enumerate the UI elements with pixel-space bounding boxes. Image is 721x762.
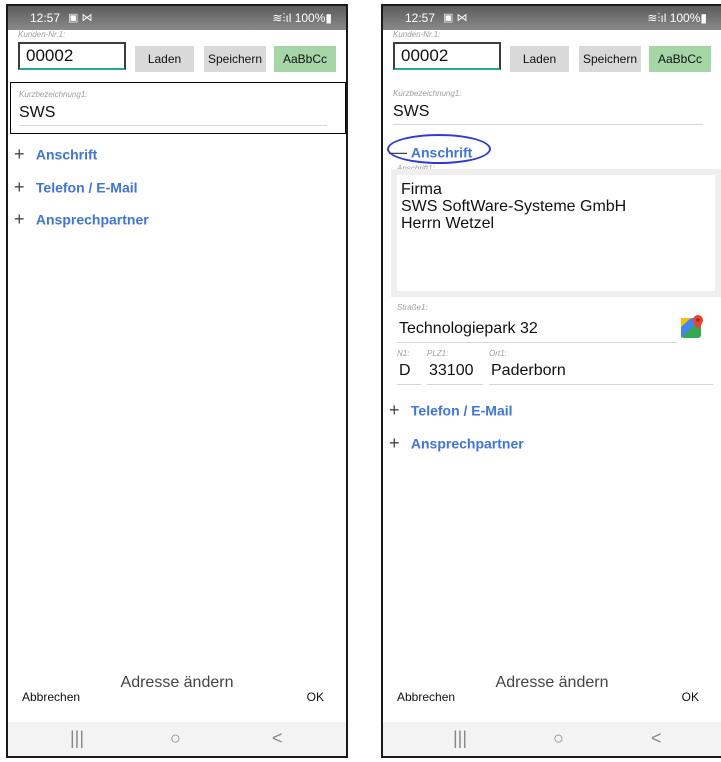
status-bar: 12:57 ▣ ⋈ ≋⫶ıl 100%▮: [383, 6, 721, 30]
kurzbezeichnung-field[interactable]: Kurzbezeichnung1: SWS: [10, 82, 346, 134]
expand-icon: +: [389, 400, 400, 421]
section-telefon-email-title: Telefon / E-Mail: [410, 402, 513, 419]
input-underline: [427, 384, 483, 385]
plz-input[interactable]: 33100: [429, 362, 474, 380]
section-anschrift[interactable]: + Anschrift: [14, 145, 97, 165]
kurzbezeichnung-label: Kurzbezeichnung1:: [19, 90, 88, 99]
address-line: Firma: [401, 181, 442, 198]
status-time: 12:57: [30, 11, 61, 25]
anschrift-label: Anschrift1:: [397, 164, 435, 173]
home-icon[interactable]: ○: [553, 728, 564, 749]
input-underline: [489, 384, 713, 385]
ok-button[interactable]: OK: [682, 690, 699, 704]
kunden-nr-input[interactable]: [393, 42, 501, 70]
ort-input[interactable]: Paderborn: [491, 362, 566, 380]
speichern-button[interactable]: Speichern: [204, 46, 266, 72]
laden-button[interactable]: Laden: [510, 46, 569, 72]
section-anschrift-title: Anschrift: [410, 144, 473, 161]
ok-button[interactable]: OK: [307, 690, 324, 704]
status-time: 12:57: [405, 11, 436, 25]
address-line: SWS SoftWare-Systeme GmbH: [401, 198, 627, 215]
input-underline: [393, 124, 703, 125]
speichern-button[interactable]: Speichern: [579, 46, 641, 72]
section-ansprechpartner-title: Ansprechpartner: [35, 211, 149, 228]
dialog-title: Adresse ändern: [495, 674, 609, 691]
bottom-action-bar: Abbrechen Adresse ändern OK: [8, 674, 346, 722]
input-underline: [19, 125, 327, 126]
plz-label: PLZ1:: [427, 349, 449, 358]
signal-battery-icon: ≋⫶ıl 100%▮: [272, 11, 332, 25]
kurzbezeichnung-value[interactable]: SWS: [19, 104, 55, 122]
ort-label: Ort1:: [489, 349, 507, 358]
section-ansprechpartner[interactable]: + Ansprechpartner: [389, 434, 524, 454]
abbrechen-button[interactable]: Abbrechen: [397, 690, 455, 704]
bottom-action-bar: Abbrechen Adresse ändern OK: [383, 674, 721, 722]
section-telefon-email[interactable]: + Telefon / E-Mail: [389, 401, 513, 421]
kurzbezeichnung-label: Kurzbezeichnung1:: [393, 89, 462, 98]
address-line: Herrn Wetzel: [401, 215, 495, 232]
phone-screen-expanded: 12:57 ▣ ⋈ ≋⫶ıl 100%▮ Kunden-Nr.1: Laden …: [381, 4, 721, 758]
input-underline: [397, 384, 421, 385]
nation-label: N1:: [397, 349, 410, 358]
status-bar: 12:57 ▣ ⋈ ≋⫶ıl 100%▮: [8, 6, 346, 30]
signal-battery-icon: ≋⫶ıl 100%▮: [647, 11, 707, 25]
home-icon[interactable]: ○: [170, 728, 181, 749]
expand-icon: +: [14, 144, 25, 165]
phone-screen-collapsed: 12:57 ▣ ⋈ ≋⫶ıl 100%▮ Kunden-Nr.1: Laden …: [6, 4, 348, 758]
kunden-nr-input[interactable]: [18, 42, 126, 70]
section-anschrift[interactable]: — Anschrift: [389, 143, 472, 163]
recent-apps-icon[interactable]: |||: [453, 728, 467, 749]
expand-icon: +: [389, 433, 400, 454]
strasse-label: Straße1:: [397, 303, 428, 312]
laden-button[interactable]: Laden: [135, 46, 194, 72]
notification-icons: ▣ ⋈: [443, 12, 468, 24]
kurzbezeichnung-value[interactable]: SWS: [393, 103, 429, 121]
section-telefon-email[interactable]: + Telefon / E-Mail: [14, 178, 138, 198]
android-nav-bar: ||| ○ <: [383, 722, 721, 756]
strasse-input[interactable]: Technologiepark 32: [399, 320, 538, 338]
expand-icon: +: [14, 177, 25, 198]
font-size-button[interactable]: AaBbCc: [649, 46, 711, 72]
section-anschrift-title: Anschrift: [35, 146, 98, 163]
dialog-title: Adresse ändern: [120, 674, 234, 691]
kunden-nr-label: Kunden-Nr.1:: [393, 30, 441, 39]
back-icon[interactable]: <: [651, 728, 662, 749]
kurzbezeichnung-field[interactable]: Kurzbezeichnung1: SWS: [385, 82, 721, 134]
kunden-nr-label: Kunden-Nr.1:: [18, 30, 66, 39]
google-maps-icon[interactable]: [681, 315, 705, 339]
abbrechen-button[interactable]: Abbrechen: [22, 690, 80, 704]
font-size-button[interactable]: AaBbCc: [274, 46, 336, 72]
expand-icon: +: [14, 209, 25, 230]
nation-input[interactable]: D: [399, 362, 411, 380]
anschrift-textarea[interactable]: Firma SWS SoftWare-Systeme GmbH Herrn We…: [397, 175, 715, 291]
section-ansprechpartner-title: Ansprechpartner: [410, 435, 524, 452]
recent-apps-icon[interactable]: |||: [70, 728, 84, 749]
section-ansprechpartner[interactable]: + Ansprechpartner: [14, 210, 149, 230]
input-underline: [397, 342, 677, 343]
section-telefon-email-title: Telefon / E-Mail: [35, 179, 138, 196]
back-icon[interactable]: <: [272, 728, 283, 749]
notification-icons: ▣ ⋈: [68, 12, 93, 24]
collapse-icon: —: [389, 142, 407, 163]
android-nav-bar: ||| ○ <: [8, 722, 346, 756]
